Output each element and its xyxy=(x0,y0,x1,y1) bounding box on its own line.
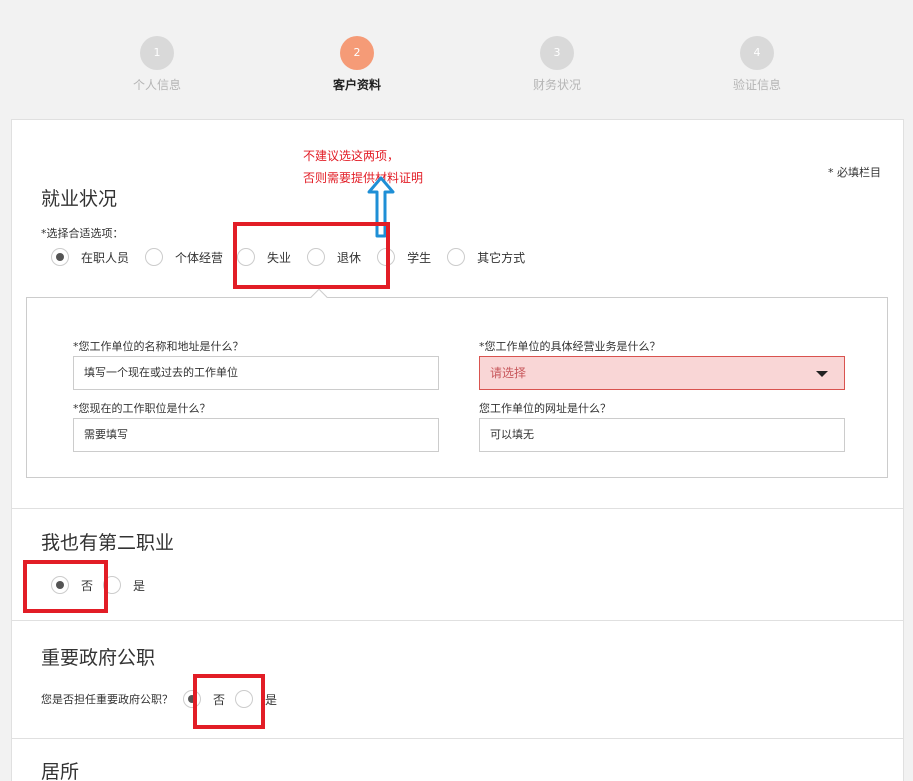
step-number: 4 xyxy=(740,36,774,70)
option-label: 是 xyxy=(265,692,278,707)
panel-pointer xyxy=(310,288,328,306)
employer-name-input[interactable]: 填写一个现在或过去的工作单位 xyxy=(73,356,439,390)
gov-post-question: 您是否担任重要政府公职？ xyxy=(41,693,173,706)
select-value: 请选择 xyxy=(490,366,527,380)
employer-website-input[interactable]: 可以填无 xyxy=(479,418,845,452)
step-label: 个人信息 xyxy=(132,78,181,92)
second-job-section-title: 我也有第二职业 xyxy=(41,532,175,554)
employer-business-select[interactable]: 请选择 xyxy=(479,356,845,390)
step-label: 验证信息 xyxy=(732,78,781,92)
employment-prompt: *选择合适选项： xyxy=(41,227,124,240)
gov-post-section-title: 重要政府公职 xyxy=(41,647,156,669)
step-number: 1 xyxy=(140,36,174,70)
employment-section-title: 就业状况 xyxy=(41,188,118,210)
radio-other[interactable] xyxy=(447,248,466,266)
step-label: 财务状况 xyxy=(532,78,581,92)
caret-down-icon xyxy=(816,371,828,377)
option-label: 在职人员 xyxy=(81,250,130,265)
annotation-warning-text: 不建议选这两项， 否则需要提供材料证明 xyxy=(303,145,423,189)
step-label: 客户资料 xyxy=(332,78,381,92)
employer-name-label: *您工作单位的名称和地址是什么？ xyxy=(73,340,244,353)
option-label: 学生 xyxy=(407,250,432,265)
option-label: 是 xyxy=(133,578,146,593)
step-client-info: 2 客户资料 xyxy=(297,36,417,93)
job-position-label: *您现在的工作职位是什么？ xyxy=(73,402,211,415)
required-fields-note: * 必填栏目 xyxy=(828,166,881,179)
step-personal-info: 1 个人信息 xyxy=(97,36,217,93)
section-divider xyxy=(12,508,903,509)
section-divider xyxy=(12,738,903,739)
step-number: 3 xyxy=(540,36,574,70)
annotation-line-2: 否则需要提供材料证明 xyxy=(303,171,424,185)
employment-details-panel: *您工作单位的名称和地址是什么？ 填写一个现在或过去的工作单位 *您工作单位的具… xyxy=(26,288,888,478)
highlight-unemployed-retired xyxy=(233,222,390,289)
residence-section-title: 居所 xyxy=(41,761,80,781)
step-financial-status: 3 财务状况 xyxy=(497,36,617,93)
option-label: 个体经营 xyxy=(175,250,224,265)
annotation-line-1: 不建议选这两项， xyxy=(303,149,400,163)
highlight-gov-post-no xyxy=(193,674,265,729)
progress-stepper: 1 个人信息 2 客户资料 3 财务状况 4 验证信息 xyxy=(0,0,913,118)
employer-website-label: 您工作单位的网址是什么？ xyxy=(479,402,611,415)
step-verification: 4 验证信息 xyxy=(697,36,817,93)
step-number: 2 xyxy=(340,36,374,70)
client-info-form: * 必填栏目 就业状况 *选择合适选项： 在职人员 个体经营 失业 退休 学生 … xyxy=(11,119,904,781)
option-label: 其它方式 xyxy=(477,250,526,265)
highlight-second-job-no xyxy=(23,560,108,613)
radio-employed[interactable] xyxy=(51,248,69,266)
radio-self-employed[interactable] xyxy=(145,248,164,266)
employer-business-label: *您工作单位的具体经营业务是什么？ xyxy=(479,340,661,353)
section-divider xyxy=(12,620,903,621)
job-position-input[interactable]: 需要填写 xyxy=(73,418,439,452)
